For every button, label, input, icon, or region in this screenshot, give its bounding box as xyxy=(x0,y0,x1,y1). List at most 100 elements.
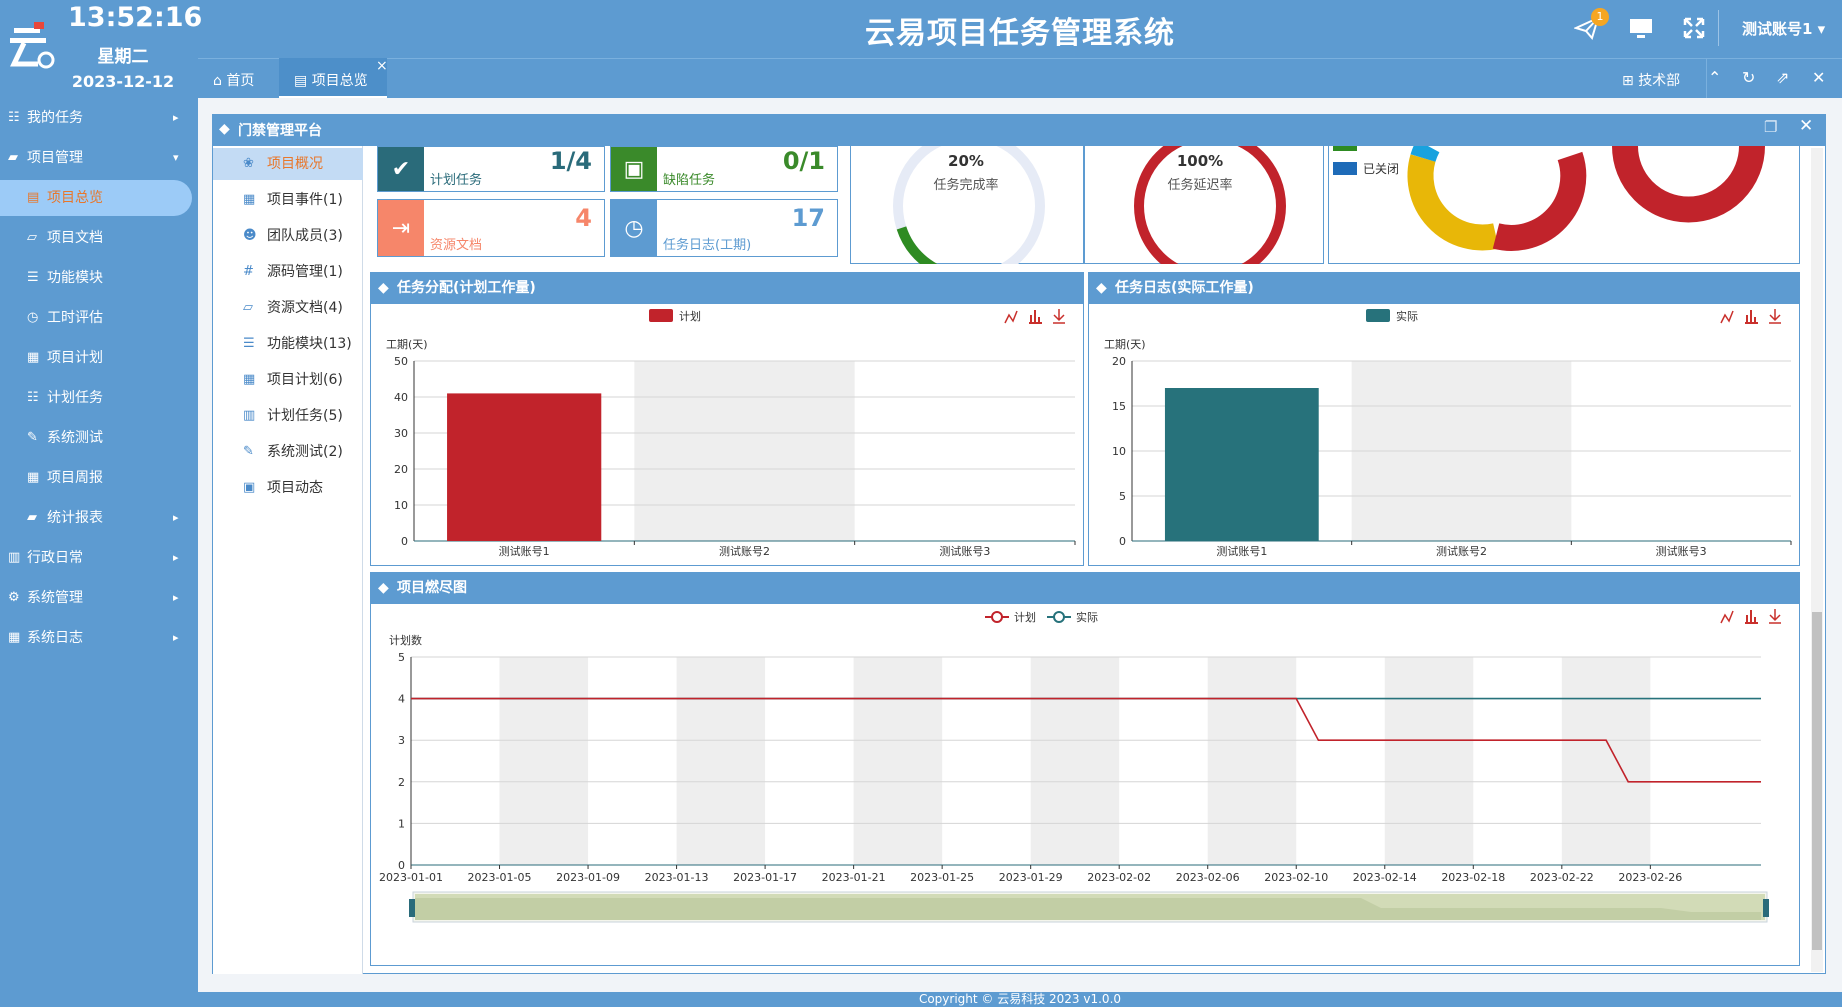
stat-plan-value: 1/4 xyxy=(549,147,592,175)
address-book-icon: ▣ xyxy=(611,147,657,191)
delay-label: 任务延迟率 xyxy=(1167,177,1232,193)
project-menu-item-5[interactable]: ☰ 功能模块(13) xyxy=(213,328,363,360)
stat-card-docs[interactable]: ⇥ 4 资源文档 xyxy=(377,199,605,257)
burndown-chart: 012345计划数2023-01-01 2023-01-05 2023-01-09 2… xyxy=(379,609,1781,923)
stat-defect-label: 缺陷任务 xyxy=(663,173,716,188)
x-tick-label: 2023-02-06 xyxy=(1176,871,1240,884)
notification-badge[interactable]: 1 xyxy=(1591,8,1609,26)
line-chart-icon xyxy=(1720,610,1734,624)
project-menu-item-2[interactable]: ☻ 团队成员(3) xyxy=(213,220,363,252)
monitor-icon[interactable] xyxy=(1628,16,1654,46)
sidebar-item-3[interactable]: ▱ 项目文档 xyxy=(0,220,198,256)
chevron-right-icon: ▸ xyxy=(173,551,179,564)
stat-card-logs[interactable]: ◷ 17 任务日志(工期) xyxy=(610,199,838,257)
app-title: 云易项目任务管理系统 xyxy=(865,16,1175,51)
project-menu-label: 项目动态 xyxy=(267,480,323,496)
legend-closed-label: 已关闭 xyxy=(1363,162,1399,176)
tab-close-icon[interactable]: × xyxy=(376,58,388,74)
sidebar-item-6[interactable]: ▦ 项目计划 xyxy=(0,340,198,376)
sidebar-item-13[interactable]: ▦ 系统日志 ▸ xyxy=(0,620,198,656)
stat-logs-value: 17 xyxy=(791,204,825,232)
sidebar-item-label: 项目文档 xyxy=(47,230,103,246)
completion-ring-fill xyxy=(896,226,938,264)
burndown-header: ◆ 项目燃尽图 xyxy=(370,572,1800,604)
external-link-icon[interactable]: ⇗ xyxy=(1776,68,1789,87)
y-tick-label: 0 xyxy=(401,535,408,548)
fullscreen-icon[interactable] xyxy=(1682,16,1706,46)
completion-value: 20% xyxy=(948,152,984,170)
sidebar-item-7[interactable]: ☷ 计划任务 xyxy=(0,380,198,416)
list-icon: ☰ xyxy=(243,336,255,351)
close-all-icon[interactable]: ✕ xyxy=(1812,68,1825,87)
bar-chart-icon xyxy=(1029,310,1042,324)
project-menu-item-4[interactable]: ▱ 资源文档(4) xyxy=(213,292,363,324)
y-tick-label: 20 xyxy=(1112,355,1126,368)
sidebar-item-0[interactable]: ☷ 我的任务 ▸ xyxy=(0,100,198,136)
x-tick-label: 2023-02-22 xyxy=(1530,871,1594,884)
sidebar-item-label: 功能模块 xyxy=(47,270,103,286)
bar xyxy=(447,393,602,541)
stat-card-plan[interactable]: ✔ 1/4 计划任务 xyxy=(377,146,605,192)
chevron-up-icon[interactable]: ⌃ xyxy=(1708,68,1721,87)
sidebar-item-2[interactable]: ▤ 项目总览 xyxy=(0,180,192,216)
project-menu-item-0[interactable]: ❀ 项目概况 xyxy=(213,148,363,180)
project-menu-label: 项目计划(6) xyxy=(267,372,343,388)
header-divider xyxy=(1718,10,1719,46)
sidebar-item-label: 系统管理 xyxy=(27,590,83,606)
y-tick-label: 30 xyxy=(394,427,408,440)
y-tick-label: 2 xyxy=(398,776,405,789)
tab-overview-content[interactable]: ▤ 项目总览 xyxy=(294,70,368,90)
sidebar-item-8[interactable]: ✎ 系统测试 xyxy=(0,420,198,456)
legend-swatch-closed xyxy=(1333,162,1357,175)
scrollbar-thumb[interactable] xyxy=(1812,612,1822,950)
sidebar-item-label: 行政日常 xyxy=(27,550,83,566)
sidebar-item-1[interactable]: ▰ 项目管理 ▾ xyxy=(0,140,198,176)
restore-icon[interactable]: ❐ xyxy=(1764,118,1777,136)
chart-band xyxy=(1207,657,1297,865)
chevron-down-icon: ▾ xyxy=(173,151,179,164)
sidebar-item-4[interactable]: ☰ 功能模块 xyxy=(0,260,198,296)
x-tick-label: 2023-02-10 xyxy=(1264,871,1328,884)
chart-band xyxy=(853,657,943,865)
line-chart-icon xyxy=(1004,310,1018,324)
tab-home[interactable]: ⌂ 首页 xyxy=(213,70,254,90)
x-tick-label: 2023-01-25 xyxy=(910,871,974,884)
legend-label: 实际 xyxy=(1396,309,1418,323)
legend-label: 计划 xyxy=(1014,611,1036,624)
project-menu-item-1[interactable]: ▦ 项目事件(1) xyxy=(213,184,363,216)
sidebar-item-12[interactable]: ⚙ 系统管理 ▸ xyxy=(0,580,198,616)
chart-band xyxy=(499,657,589,865)
sidebar-item-label: 统计报表 xyxy=(47,510,103,526)
x-tick-label: 2023-01-09 xyxy=(556,871,620,884)
sidebar-item-5[interactable]: ◷ 工时评估 xyxy=(0,300,198,336)
stat-docs-value: 4 xyxy=(575,204,592,232)
dept-switch[interactable]: ⊞ 技术部 xyxy=(1622,70,1680,90)
stat-card-defect[interactable]: ▣ 0/1 缺陷任务 xyxy=(610,146,838,192)
hash-icon: # xyxy=(243,264,254,279)
tab-divider-2 xyxy=(1706,58,1707,98)
dialog-close-icon[interactable]: ✕ xyxy=(1799,116,1813,136)
plan-chart-header: ◆ 任务分配(计划工作量) xyxy=(370,272,1084,304)
sidebar-item-10[interactable]: ▰ 统计报表 ▸ xyxy=(0,500,198,536)
donut-segment-yellow xyxy=(1407,154,1499,251)
refresh-icon[interactable]: ↻ xyxy=(1742,68,1755,87)
calendar-icon: ▦ xyxy=(27,350,40,365)
chart-band xyxy=(1030,657,1120,865)
sidebar-item-9[interactable]: ▦ 项目周报 xyxy=(0,460,198,496)
paw-icon: ❀ xyxy=(243,156,254,171)
clock-time: 13:52:16 xyxy=(68,2,203,33)
tab-bar xyxy=(198,58,1842,98)
project-menu-item-8[interactable]: ✎ 系统测试(2) xyxy=(213,436,363,468)
table-icon: ☷ xyxy=(8,110,20,125)
folder-icon: ▰ xyxy=(27,510,37,525)
x-tick-label: 2023-02-18 xyxy=(1441,871,1505,884)
project-menu-item-9[interactable]: ▣ 项目动态 xyxy=(213,472,363,504)
stat-logs-label: 任务日志(工期) xyxy=(663,238,752,253)
project-menu-item-7[interactable]: ▥ 计划任务(5) xyxy=(213,400,363,432)
project-menu-item-3[interactable]: # 源码管理(1) xyxy=(213,256,363,288)
y-tick-label: 15 xyxy=(1112,400,1126,413)
sidebar-item-11[interactable]: ▥ 行政日常 ▸ xyxy=(0,540,198,576)
project-menu-item-6[interactable]: ▦ 项目计划(6) xyxy=(213,364,363,396)
user-menu[interactable]: 测试账号1 ▾ xyxy=(1742,18,1825,39)
x-tick-label: 2023-01-21 xyxy=(822,871,886,884)
